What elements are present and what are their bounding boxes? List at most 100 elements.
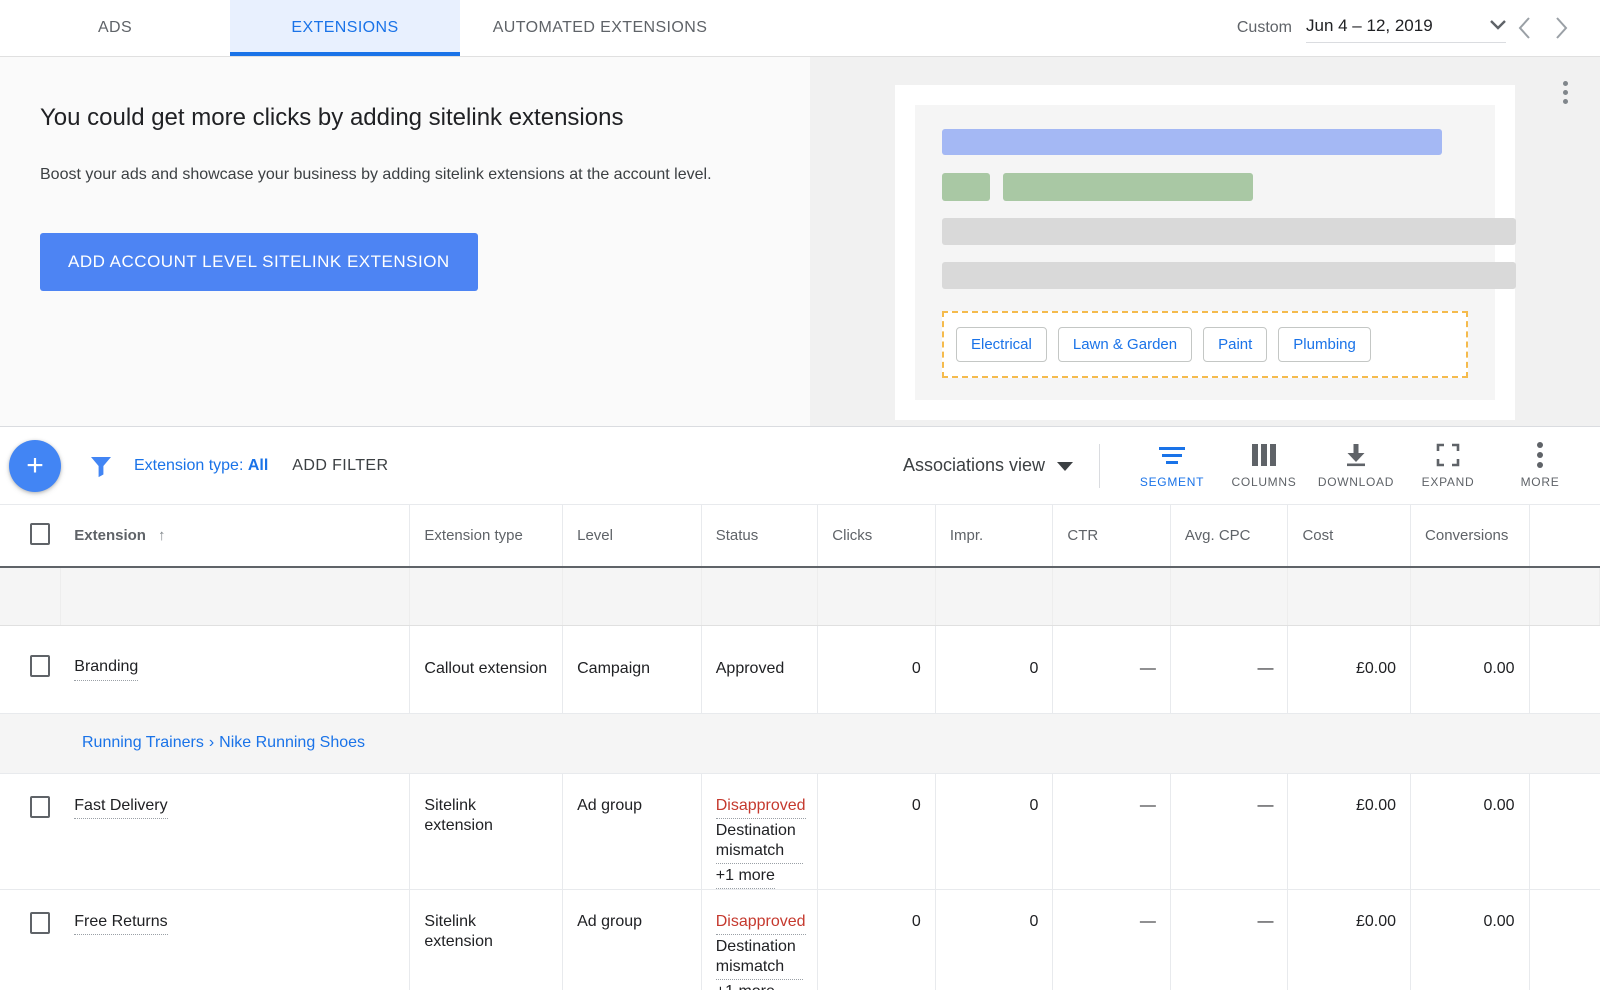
date-range-preset-label: Custom — [1237, 19, 1292, 37]
breadcrumb-link-campaign[interactable]: Running Trainers — [82, 734, 204, 751]
associations-view-select[interactable]: Associations view — [903, 455, 1073, 476]
extensions-table: Extension↑ Extension type Level Status C… — [0, 505, 1600, 990]
select-all-checkbox[interactable] — [30, 523, 50, 545]
segment-breadcrumb-row: Running Trainers › Nike Running Shoes — [0, 713, 1600, 773]
segment-label: SEGMENT — [1140, 475, 1204, 489]
mock-sitelink-chip[interactable]: Plumbing — [1278, 327, 1371, 362]
cell-overflow — [1529, 889, 1599, 990]
tab-automated-extensions[interactable]: AUTOMATED EXTENSIONS — [460, 0, 740, 56]
status-badge[interactable]: Disapproved — [716, 912, 806, 935]
cell-extension: Free Returns — [60, 889, 410, 990]
cell-extension-type: Callout extension — [410, 625, 563, 713]
cell-level: Ad group — [563, 773, 702, 889]
row-checkbox[interactable] — [30, 655, 50, 677]
download-button[interactable]: DOWNLOAD — [1310, 442, 1402, 489]
summary-cell-type — [410, 567, 563, 625]
table-toolbar: + Extension type: All ADD FILTER Associa… — [0, 427, 1600, 505]
add-extension-button[interactable]: + — [9, 440, 61, 492]
cell-ctr: — — [1053, 889, 1171, 990]
chevron-left-icon[interactable] — [1506, 17, 1543, 39]
mock-sitelink-chip[interactable]: Paint — [1203, 327, 1267, 362]
promo-text-panel: You could get more clicks by adding site… — [0, 57, 810, 426]
add-account-level-sitelink-extension-button[interactable]: ADD ACCOUNT LEVEL SITELINK EXTENSION — [40, 233, 478, 291]
cell-status: Disapproved Destination mismatch +1 more — [701, 889, 818, 990]
cell-impr: 0 — [935, 625, 1053, 713]
extension-name-link[interactable]: Fast Delivery — [74, 796, 167, 820]
more-button[interactable]: MORE — [1494, 442, 1586, 489]
segment-icon — [1158, 442, 1186, 468]
column-header-overflow — [1529, 505, 1599, 567]
filter-chip-prefix: Extension type: — [134, 457, 248, 474]
column-header-clicks[interactable]: Clicks — [818, 505, 936, 567]
breadcrumb-separator: › — [209, 734, 214, 751]
cell-extension: Fast Delivery — [60, 773, 410, 889]
filter-chip-extension-type[interactable]: Extension type: All — [134, 457, 268, 475]
columns-button[interactable]: COLUMNS — [1218, 442, 1310, 489]
date-range-value: Jun 4 – 12, 2019 — [1306, 16, 1433, 36]
cell-status: Disapproved Destination mismatch +1 more — [701, 773, 818, 889]
summary-cell-check — [0, 567, 60, 625]
summary-cell-avg-cpc — [1170, 567, 1288, 625]
tab-ads[interactable]: ADS — [0, 0, 230, 56]
extension-name-link[interactable]: Free Returns — [74, 912, 167, 936]
cell-clicks: 0 — [818, 889, 936, 990]
tab-automated-extensions-label: AUTOMATED EXTENSIONS — [493, 19, 708, 37]
column-header-avg-cpc[interactable]: Avg. CPC — [1170, 505, 1288, 567]
column-header-extension[interactable]: Extension↑ — [60, 505, 410, 567]
promo-section: You could get more clicks by adding site… — [0, 57, 1600, 427]
mock-description-bar-2 — [942, 262, 1516, 289]
promo-more-vert-icon[interactable] — [1559, 77, 1572, 108]
column-header-ctr[interactable]: CTR — [1053, 505, 1171, 567]
summary-cell-overflow — [1529, 567, 1599, 625]
status-detail[interactable]: Destination mismatch — [716, 937, 804, 980]
breadcrumb-link-adgroup[interactable]: Nike Running Shoes — [219, 734, 365, 751]
mock-url-bar — [1003, 173, 1253, 201]
column-header-impr[interactable]: Impr. — [935, 505, 1053, 567]
more-vert-icon — [1536, 442, 1544, 468]
sort-ascending-icon: ↑ — [158, 527, 166, 544]
row-checkbox[interactable] — [30, 912, 50, 934]
mock-sitelink-group: Electrical Lawn & Garden Paint Plumbing — [942, 311, 1468, 378]
column-header-status[interactable]: Status — [701, 505, 818, 567]
cell-extension-type: Sitelink extension — [410, 889, 563, 990]
columns-icon — [1251, 442, 1277, 468]
tab-ads-label: ADS — [98, 19, 132, 37]
expand-label: EXPAND — [1422, 475, 1475, 489]
segment-button[interactable]: SEGMENT — [1126, 442, 1218, 489]
cell-extension-type: Sitelink extension — [410, 773, 563, 889]
funnel-icon[interactable] — [88, 453, 114, 479]
add-filter-button[interactable]: ADD FILTER — [292, 457, 388, 475]
mock-sitelink-chip[interactable]: Electrical — [956, 327, 1047, 362]
select-all-header — [0, 505, 60, 567]
toolbar-actions: SEGMENT COLUMNS DOWNLOAD — [1126, 442, 1600, 489]
table-row[interactable]: Free Returns Sitelink extension Ad group… — [0, 889, 1600, 990]
status-detail[interactable]: Destination mismatch — [716, 821, 804, 864]
row-checkbox[interactable] — [30, 796, 50, 818]
chevron-right-icon[interactable] — [1543, 17, 1580, 39]
date-range-value-button[interactable]: Jun 4 – 12, 2019 — [1306, 14, 1506, 43]
column-header-level[interactable]: Level — [563, 505, 702, 567]
column-header-extension-type[interactable]: Extension type — [410, 505, 563, 567]
cell-conversions: 0.00 — [1411, 625, 1530, 713]
summary-cell-impr — [935, 567, 1053, 625]
table-row[interactable]: Branding Callout extension Campaign Appr… — [0, 625, 1600, 713]
status-badge: Approved — [716, 660, 785, 677]
mock-sitelink-chip[interactable]: Lawn & Garden — [1058, 327, 1192, 362]
cell-level: Campaign — [563, 625, 702, 713]
summary-cell-clicks — [818, 567, 936, 625]
caret-down-icon — [1057, 455, 1073, 476]
ad-preview-mock: Electrical Lawn & Garden Paint Plumbing — [895, 85, 1515, 420]
column-header-cost[interactable]: Cost — [1288, 505, 1411, 567]
extension-name-link[interactable]: Branding — [74, 657, 138, 681]
table-row[interactable]: Fast Delivery Sitelink extension Ad grou… — [0, 773, 1600, 889]
status-more-link[interactable]: +1 more — [716, 982, 775, 990]
cell-cost: £0.00 — [1288, 625, 1411, 713]
column-header-conversions[interactable]: Conversions — [1411, 505, 1530, 567]
status-more-link[interactable]: +1 more — [716, 866, 775, 889]
tab-extensions[interactable]: EXTENSIONS — [230, 0, 460, 56]
expand-button[interactable]: EXPAND — [1402, 442, 1494, 489]
table-header: Extension↑ Extension type Level Status C… — [0, 505, 1600, 567]
promo-title: You could get more clicks by adding site… — [40, 102, 770, 133]
status-badge[interactable]: Disapproved — [716, 796, 806, 819]
plus-icon: + — [26, 451, 44, 481]
